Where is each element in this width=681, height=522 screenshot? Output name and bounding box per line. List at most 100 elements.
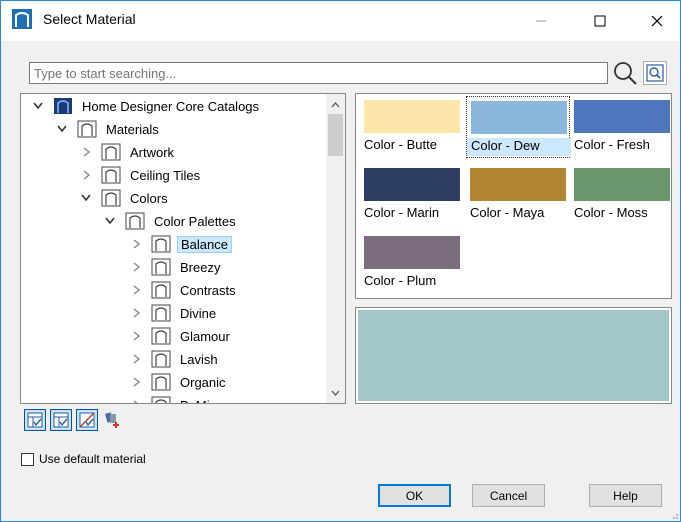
tree-item-label: Organic (180, 374, 226, 390)
swatch-color (574, 168, 670, 201)
close-icon (651, 15, 663, 27)
minimize-icon (536, 20, 546, 22)
swatch-color (471, 101, 567, 134)
tree-item-label: PoMi... (177, 397, 223, 404)
chevron-right-icon[interactable] (129, 375, 143, 389)
search-icon[interactable] (612, 60, 638, 86)
chevron-down-icon[interactable] (103, 214, 117, 228)
chevron-right-icon[interactable] (129, 352, 143, 366)
tree-item[interactable]: Balance (129, 233, 232, 255)
tree-item[interactable]: Materials (55, 118, 162, 140)
preview-fill (358, 310, 669, 401)
swatch-color (364, 236, 460, 269)
chevron-up-icon (331, 101, 340, 107)
swatch-label: Color - Fresh (574, 137, 650, 152)
chevron-right-icon[interactable] (129, 260, 143, 274)
add-to-library-button[interactable] (102, 409, 124, 431)
folder-icon (151, 350, 171, 368)
window-title: Select Material (43, 11, 136, 27)
swatch-color (364, 168, 460, 201)
material-list-icon (53, 412, 69, 428)
chevron-down-icon[interactable] (79, 191, 93, 205)
folder-icon (125, 212, 145, 230)
tree-item-label: Divine (180, 305, 217, 321)
tree-item-label: Colors (130, 190, 168, 206)
swatch-item[interactable]: Color - Moss (570, 164, 674, 226)
chevron-down-icon[interactable] (31, 99, 45, 113)
tree-item[interactable]: PoMi... (129, 394, 223, 404)
tree-item[interactable]: Breezy (129, 256, 223, 278)
tree-item[interactable]: Contrasts (129, 279, 239, 301)
tree-item-label: Home Designer Core Catalogs (82, 98, 260, 114)
swatch-item[interactable]: Color - Maya (466, 164, 570, 226)
tree-item[interactable]: Organic (129, 371, 229, 393)
close-button[interactable] (634, 1, 680, 41)
material-swatch-grid[interactable]: Color - Butte Color - Dew Color - Fresh Col… (355, 93, 672, 299)
tree-item[interactable]: Artwork (79, 141, 177, 163)
tree-item-label: Lavish (180, 351, 218, 367)
tree-item[interactable]: Glamour (129, 325, 233, 347)
swatch-item[interactable]: Color - Plum (360, 232, 464, 294)
chevron-down-icon[interactable] (55, 122, 69, 136)
material-view-icon (27, 412, 43, 428)
swatch-color (364, 100, 460, 133)
scroll-up-arrow[interactable] (326, 96, 345, 113)
swatch-color (470, 168, 566, 201)
tree-item[interactable]: Ceiling Tiles (79, 164, 203, 186)
title-bar: Select Material (1, 1, 680, 41)
search-input[interactable] (29, 62, 608, 84)
folder-icon (77, 120, 97, 138)
tree-item[interactable]: Lavish (129, 348, 221, 370)
material-view-button[interactable] (24, 409, 46, 431)
folder-icon (151, 235, 171, 253)
tree-scrollbar[interactable] (326, 94, 345, 403)
tree-item[interactable]: Color Palettes (103, 210, 239, 232)
tree-item-label: Artwork (130, 144, 175, 160)
folder-icon (151, 281, 171, 299)
scroll-thumb[interactable] (328, 114, 343, 156)
swatch-item[interactable]: Color - Marin (360, 164, 464, 226)
scroll-down-arrow[interactable] (326, 384, 345, 401)
advanced-search-button[interactable] (643, 61, 667, 85)
tree-item[interactable]: Home Designer Core Catalogs (31, 95, 262, 117)
maximize-icon (594, 15, 606, 27)
folder-icon (151, 304, 171, 322)
swatch-label: Color - Marin (364, 205, 440, 220)
use-default-material-checkbox[interactable] (21, 452, 34, 466)
folder-icon (151, 373, 171, 391)
select-material-dialog: Select Material Home Designer Core Catal… (0, 0, 681, 522)
material-list-button[interactable] (50, 409, 72, 431)
resize-grip-icon[interactable] (669, 510, 679, 520)
chevron-right-icon[interactable] (129, 283, 143, 297)
swatch-label: Color - Maya (470, 205, 545, 220)
folder-icon (101, 166, 121, 184)
tree-item[interactable]: Divine (129, 302, 219, 324)
catalog-tree[interactable]: Home Designer Core Catalogs Materials Artw… (20, 93, 346, 404)
help-button[interactable]: Help (589, 484, 662, 507)
tree-item-label: Color Palettes (154, 213, 236, 229)
chevron-right-icon[interactable] (79, 168, 93, 182)
tree-item-label: Glamour (180, 328, 230, 344)
swatch-label: Color - Dew (467, 138, 571, 156)
add-to-library-icon (105, 412, 119, 428)
chevron-right-icon[interactable] (79, 145, 93, 159)
maximize-button[interactable] (577, 1, 623, 41)
no-material-button[interactable] (76, 409, 98, 431)
tree-item-label: Materials (106, 121, 159, 137)
chevron-right-icon[interactable] (129, 398, 143, 403)
chevron-right-icon[interactable] (129, 329, 143, 343)
chevron-right-icon[interactable] (129, 306, 143, 320)
use-default-material-option[interactable]: Use default material (21, 452, 146, 466)
cancel-button[interactable]: Cancel (472, 484, 545, 507)
swatch-item[interactable]: Color - Fresh (570, 96, 674, 158)
minimize-button[interactable] (518, 1, 564, 41)
catalog-icon (53, 97, 73, 115)
tree-item[interactable]: Colors (79, 187, 171, 209)
chevron-right-icon[interactable] (129, 237, 143, 251)
app-icon (12, 9, 32, 29)
ok-button[interactable]: OK (378, 484, 451, 507)
swatch-item[interactable]: Color - Dew (466, 96, 571, 158)
material-preview (355, 307, 672, 404)
swatch-item[interactable]: Color - Butte (360, 96, 464, 158)
folder-icon (151, 258, 171, 276)
